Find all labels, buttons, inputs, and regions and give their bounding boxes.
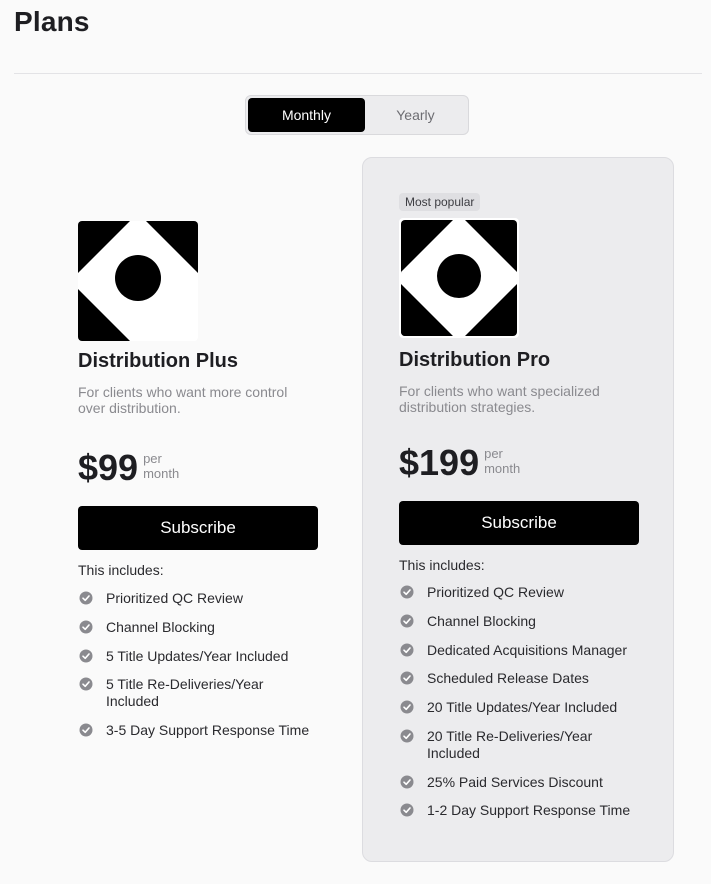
subscribe-button[interactable]: Subscribe (399, 501, 639, 545)
feature-text: 20 Title Updates/Year Included (427, 699, 618, 715)
price-period-month: month (484, 461, 521, 476)
feature-text: Dedicated Acquisitions Manager (427, 642, 628, 658)
price-period: per month (143, 451, 179, 481)
distribution-logo-icon (401, 220, 517, 336)
plan-description: For clients who want more control over d… (78, 384, 288, 416)
check-circle-icon (400, 643, 414, 657)
plan-name: Distribution Plus (78, 350, 238, 372)
feature-text: Prioritized QC Review (106, 590, 243, 606)
check-circle-icon (79, 649, 93, 663)
feature-item: 3-5 Day Support Response Time (78, 722, 318, 739)
price-block: $99 per month (78, 450, 179, 486)
feature-item: Channel Blocking (399, 613, 639, 630)
feature-text: 5 Title Updates/Year Included (106, 648, 289, 664)
feature-item: Prioritized QC Review (78, 590, 318, 607)
check-circle-icon (400, 614, 414, 628)
check-circle-icon (400, 700, 414, 714)
toggle-yearly[interactable]: Yearly (365, 98, 466, 132)
feature-text: 3-5 Day Support Response Time (106, 722, 310, 738)
plan-logo-frame (399, 218, 519, 338)
feature-text: Channel Blocking (106, 619, 215, 635)
price-block: $199 per month (399, 445, 639, 481)
plan-card-content: Most popular Distribution Pro For client… (399, 193, 639, 824)
check-circle-icon (79, 591, 93, 605)
page-title: Plans (14, 6, 90, 37)
feature-text: Scheduled Release Dates (427, 670, 589, 686)
feature-item: Dedicated Acquisitions Manager (399, 642, 639, 659)
toggle-monthly[interactable]: Monthly (248, 98, 365, 132)
feature-list: Prioritized QC Review Channel Blocking D… (399, 584, 639, 824)
feature-item: Scheduled Release Dates (399, 670, 639, 687)
check-circle-icon (400, 729, 414, 743)
feature-item: 1-2 Day Support Response Time (399, 802, 639, 819)
check-circle-icon (79, 677, 93, 691)
check-circle-icon (400, 775, 414, 789)
price-period-per: per (484, 446, 503, 461)
feature-text: 1-2 Day Support Response Time (427, 802, 631, 818)
price-period: per month (484, 446, 520, 476)
check-circle-icon (79, 723, 93, 737)
price-amount: $199 (399, 442, 480, 483)
includes-label: This includes: (399, 557, 485, 573)
most-popular-badge: Most popular (399, 193, 481, 211)
check-circle-icon (79, 620, 93, 634)
check-circle-icon (400, 585, 414, 599)
price-amount: $99 (78, 447, 139, 488)
plan-description: For clients who want specialized distrib… (399, 383, 600, 415)
feature-item: Channel Blocking (78, 619, 318, 636)
feature-item: Prioritized QC Review (399, 584, 639, 601)
plan-card-distribution-pro: Most popular Distribution Pro For client… (362, 157, 674, 862)
feature-text: Prioritized QC Review (427, 584, 564, 600)
feature-item: 5 Title Re-Deliveries/Year Included (78, 676, 318, 710)
subscribe-button[interactable]: Subscribe (78, 506, 318, 550)
plan-card-distribution-plus: Distribution Plus For clients who want m… (78, 221, 318, 738)
title-divider (14, 73, 702, 74)
check-circle-icon (400, 671, 414, 685)
feature-text: 20 Title Re-Deliveries/Year Included (427, 728, 593, 761)
feature-item: 20 Title Updates/Year Included (399, 699, 639, 716)
plan-name: Distribution Pro (399, 349, 551, 371)
feature-item: 20 Title Re-Deliveries/Year Included (399, 728, 639, 762)
billing-period-toggle: Monthly Yearly (245, 95, 469, 135)
feature-text: 25% Paid Services Discount (427, 774, 603, 790)
includes-label: This includes: (78, 562, 164, 578)
check-circle-icon (400, 803, 414, 817)
feature-text: Channel Blocking (427, 613, 536, 629)
feature-item: 5 Title Updates/Year Included (78, 648, 318, 665)
distribution-logo-icon (78, 221, 198, 341)
feature-item: 25% Paid Services Discount (399, 774, 639, 791)
feature-text: 5 Title Re-Deliveries/Year Included (106, 676, 264, 709)
price-period-per: per (143, 451, 162, 466)
price-period-month: month (143, 466, 180, 481)
